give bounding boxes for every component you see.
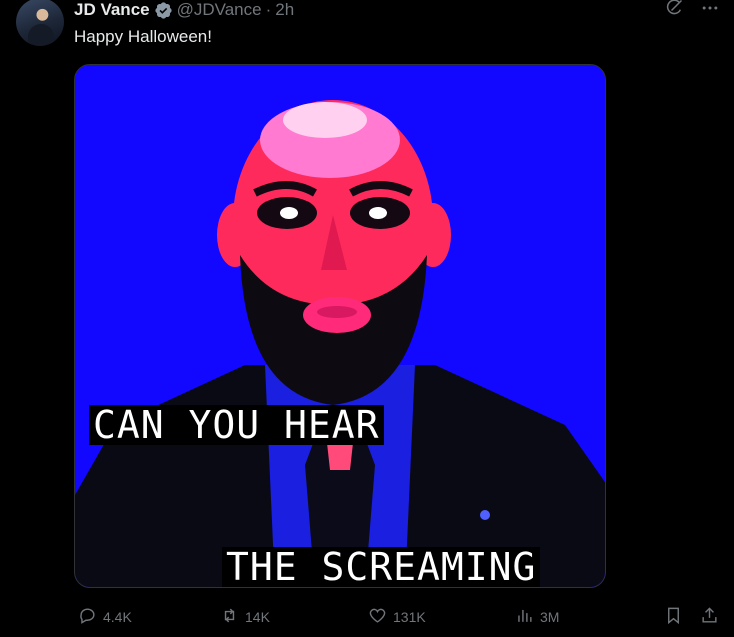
more-icon[interactable] xyxy=(700,0,720,23)
like-button[interactable]: 131K xyxy=(368,603,426,631)
repost-button[interactable]: 14K xyxy=(220,603,270,631)
reply-button[interactable]: 4.4K xyxy=(78,603,132,631)
bookmark-icon xyxy=(664,606,683,628)
handle[interactable]: @JDVance xyxy=(177,0,262,20)
views-button[interactable]: 3M xyxy=(515,603,559,631)
tweet-top-icons xyxy=(664,0,720,23)
reply-icon xyxy=(78,606,97,628)
reply-count: 4.4K xyxy=(103,609,132,625)
tweet: JD Vance @JDVance · 2h Happy Halloween! xyxy=(0,0,734,637)
views-icon xyxy=(515,606,534,628)
share-button[interactable] xyxy=(700,603,719,631)
repost-count: 14K xyxy=(245,609,270,625)
tweet-header: JD Vance @JDVance · 2h xyxy=(74,0,294,22)
bookmark-button[interactable] xyxy=(664,603,683,631)
share-icon xyxy=(700,606,719,628)
tweet-actions: 4.4K 14K 131K 3M xyxy=(74,603,720,631)
avatar[interactable] xyxy=(16,0,64,46)
meme-image xyxy=(75,65,605,587)
like-count: 131K xyxy=(393,609,426,625)
tweet-media[interactable]: CAN YOU HEAR THE SCREAMING xyxy=(74,64,606,588)
timestamp[interactable]: 2h xyxy=(275,0,294,20)
tweet-text: Happy Halloween! xyxy=(74,27,212,46)
views-count: 3M xyxy=(540,609,560,625)
caption-line-2: THE SCREAMING xyxy=(222,547,541,587)
repost-icon xyxy=(220,606,239,628)
verified-badge-icon xyxy=(154,1,173,20)
heart-icon xyxy=(368,606,387,628)
grok-icon[interactable] xyxy=(664,0,684,23)
display-name[interactable]: JD Vance xyxy=(74,0,150,20)
separator-dot: · xyxy=(265,0,272,19)
caption-line-1: CAN YOU HEAR xyxy=(89,405,384,445)
